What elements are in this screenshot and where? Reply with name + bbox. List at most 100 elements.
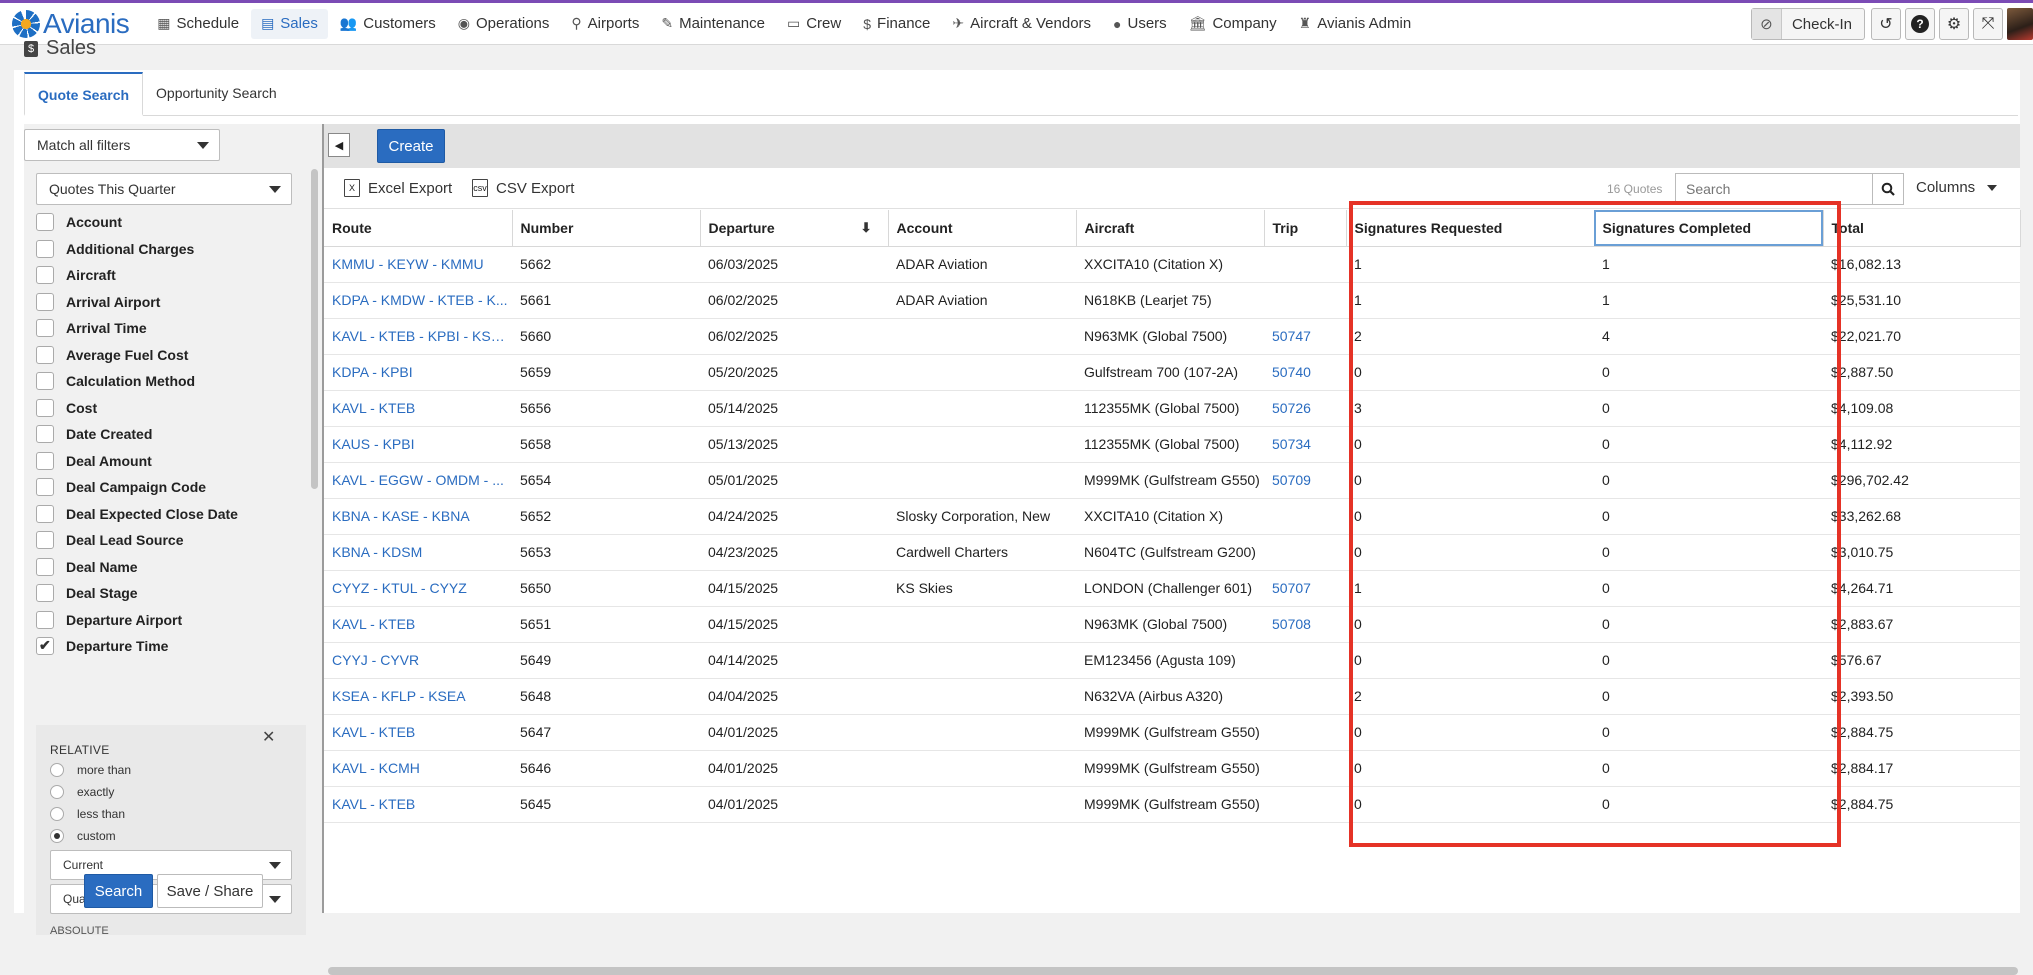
column-header-account[interactable]: Account: [888, 210, 1077, 247]
tab-opportunity-search[interactable]: Opportunity Search: [143, 72, 290, 115]
save-share-button[interactable]: Save / Share: [157, 874, 263, 908]
column-header-total[interactable]: Total: [1823, 210, 2021, 247]
cell-trip[interactable]: 50708: [1264, 606, 1346, 643]
table-row[interactable]: CYYJ - CYVR 5649 04/14/2025 EM123456 (Agust…: [324, 642, 2020, 679]
cell-route[interactable]: KAVL - KTEB - KPBI - KSM...: [324, 318, 512, 355]
filter-checkbox[interactable]: [36, 504, 54, 523]
filter-checkbox[interactable]: [36, 266, 54, 285]
cell-route[interactable]: KSEA - KFLP - KSEA: [324, 678, 512, 715]
cell-route[interactable]: KDPA - KPBI: [324, 354, 512, 391]
filter-field-deal-lead-source[interactable]: Deal Lead Source: [36, 527, 318, 554]
filter-checkbox[interactable]: [36, 610, 54, 629]
create-button[interactable]: Create: [377, 129, 445, 163]
radio-option-exactly[interactable]: exactly: [50, 785, 114, 799]
settings-button[interactable]: ⚙: [1939, 8, 1969, 40]
column-header-signatures-completed[interactable]: Signatures Completed: [1594, 210, 1824, 247]
filter-checkbox[interactable]: [36, 557, 54, 576]
filter-field-calculation-method[interactable]: Calculation Method: [36, 368, 318, 395]
avianis-logo[interactable]: Avianis: [12, 8, 130, 40]
nav-item-avianis-admin[interactable]: ♜ Avianis Admin: [1289, 9, 1422, 39]
nav-item-customers[interactable]: 👥 Customers: [330, 9, 446, 39]
scrollbar-thumb[interactable]: [311, 169, 318, 489]
filter-field-deal-campaign-code[interactable]: Deal Campaign Code: [36, 474, 318, 501]
sort-descending-icon[interactable]: ⬇: [861, 220, 872, 236]
table-row[interactable]: KAVL - KTEB 5647 04/01/2025 M999MK (Gulfstr…: [324, 714, 2020, 751]
filter-field-arrival-airport[interactable]: Arrival Airport: [36, 289, 318, 316]
filter-field-date-created[interactable]: Date Created: [36, 421, 318, 448]
filter-checkbox[interactable]: [36, 637, 54, 656]
radio-option-more-than[interactable]: more than: [50, 763, 131, 777]
match-mode-select[interactable]: Match all filters: [24, 129, 220, 161]
table-row[interactable]: KSEA - KFLP - KSEA 5648 04/04/2025 N632VA (…: [324, 678, 2020, 715]
cell-route[interactable]: KAVL - EGGW - OMDM - ...: [324, 462, 512, 499]
radio-button[interactable]: [50, 829, 64, 843]
history-button[interactable]: ↺: [1871, 8, 1901, 40]
filter-checkbox[interactable]: [36, 584, 54, 603]
table-row[interactable]: KBNA - KDSM 5653 04/23/2025 Cardwell Charte…: [324, 534, 2020, 571]
cell-trip[interactable]: 50740: [1264, 354, 1346, 391]
saved-search-select[interactable]: Quotes This Quarter: [36, 173, 292, 205]
cell-route[interactable]: KMMU - KEYW - KMMU: [324, 246, 512, 283]
nav-item-crew[interactable]: ▭ Crew: [777, 9, 851, 39]
help-button[interactable]: ?: [1905, 8, 1935, 40]
filter-field-departure-time[interactable]: Departure Time: [36, 633, 318, 660]
filter-field-average-fuel-cost[interactable]: Average Fuel Cost: [36, 342, 318, 369]
nav-item-airports[interactable]: ⚲ Airports: [561, 9, 649, 39]
results-search-input[interactable]: [1675, 173, 1873, 205]
cell-route[interactable]: KBNA - KDSM: [324, 534, 512, 571]
filter-checkbox[interactable]: [36, 292, 54, 311]
filter-field-deal-name[interactable]: Deal Name: [36, 554, 318, 581]
table-row[interactable]: KBNA - KASE - KBNA 5652 04/24/2025 Slosky C…: [324, 498, 2020, 535]
filter-field-additional-charges[interactable]: Additional Charges: [36, 236, 318, 263]
search-submit-button[interactable]: [1872, 173, 1904, 205]
filter-field-departure-airport[interactable]: Departure Airport: [36, 607, 318, 634]
fullscreen-button[interactable]: ⤧: [1973, 8, 2003, 40]
column-header-trip[interactable]: Trip: [1264, 210, 1347, 247]
nav-item-aircraft-vendors[interactable]: ✈ Aircraft & Vendors: [942, 9, 1101, 39]
table-row[interactable]: KAVL - KTEB - KPBI - KSM... 5660 06/02/202…: [324, 318, 2020, 355]
radio-option-less-than[interactable]: less than: [50, 807, 125, 821]
filter-checkbox[interactable]: [36, 239, 54, 258]
cell-route[interactable]: KAVL - KTEB: [324, 786, 512, 823]
filter-checkbox[interactable]: [36, 398, 54, 417]
excel-export-button[interactable]: X Excel Export: [344, 179, 452, 197]
nav-item-sales[interactable]: ▤ Sales: [251, 8, 328, 39]
table-row[interactable]: KAUS - KPBI 5658 05/13/2025 112355MK (Globa…: [324, 426, 2020, 463]
filter-checkbox[interactable]: [36, 425, 54, 444]
cell-route[interactable]: KAVL - KTEB: [324, 606, 512, 643]
nav-item-maintenance[interactable]: ✎ Maintenance: [651, 9, 775, 39]
filter-checkbox[interactable]: [36, 372, 54, 391]
cell-trip[interactable]: 50726: [1264, 390, 1346, 427]
cell-route[interactable]: CYYZ - KTUL - CYYZ: [324, 570, 512, 607]
user-avatar[interactable]: [2007, 8, 2033, 40]
table-row[interactable]: KDPA - KMDW - KTEB - K... 5661 06/02/2025 A…: [324, 282, 2020, 319]
filter-field-deal-expected-close-date[interactable]: Deal Expected Close Date: [36, 501, 318, 528]
filter-checkbox[interactable]: [36, 345, 54, 364]
radio-button[interactable]: [50, 763, 64, 777]
search-button[interactable]: Search: [84, 874, 153, 908]
horizontal-scrollbar[interactable]: [328, 967, 2018, 975]
radio-button[interactable]: [50, 785, 64, 799]
filter-checkbox[interactable]: [36, 478, 54, 497]
columns-dropdown[interactable]: Columns: [1916, 179, 1998, 196]
nav-item-schedule[interactable]: ▦ Schedule: [147, 9, 249, 39]
table-row[interactable]: KAVL - KCMH 5646 04/01/2025 M999MK (Gulfstr…: [324, 750, 2020, 787]
nav-item-users[interactable]: ● Users: [1103, 9, 1177, 39]
radio-option-custom[interactable]: custom: [50, 829, 116, 843]
nav-item-finance[interactable]: $ Finance: [853, 9, 940, 39]
check-in-button[interactable]: ⊘ Check-In: [1750, 8, 1865, 40]
filter-field-aircraft[interactable]: Aircraft: [36, 262, 318, 289]
filter-checkbox[interactable]: [36, 451, 54, 470]
csv-export-button[interactable]: csv CSV Export: [472, 179, 574, 197]
cell-route[interactable]: KAVL - KTEB: [324, 390, 512, 427]
cell-route[interactable]: KAUS - KPBI: [324, 426, 512, 463]
table-row[interactable]: KAVL - KTEB 5656 05/14/2025 112355MK (Globa…: [324, 390, 2020, 427]
cell-trip[interactable]: 50709: [1264, 462, 1346, 499]
cell-trip[interactable]: 50707: [1264, 570, 1346, 607]
nav-item-company[interactable]: 🏛 Company: [1179, 9, 1287, 39]
filter-checkbox[interactable]: [36, 531, 54, 550]
filter-field-account[interactable]: Account: [36, 209, 318, 236]
nav-item-operations[interactable]: ◉ Operations: [448, 9, 560, 39]
close-icon[interactable]: ✕: [262, 727, 275, 747]
column-header-signatures-requested[interactable]: Signatures Requested: [1346, 210, 1595, 247]
